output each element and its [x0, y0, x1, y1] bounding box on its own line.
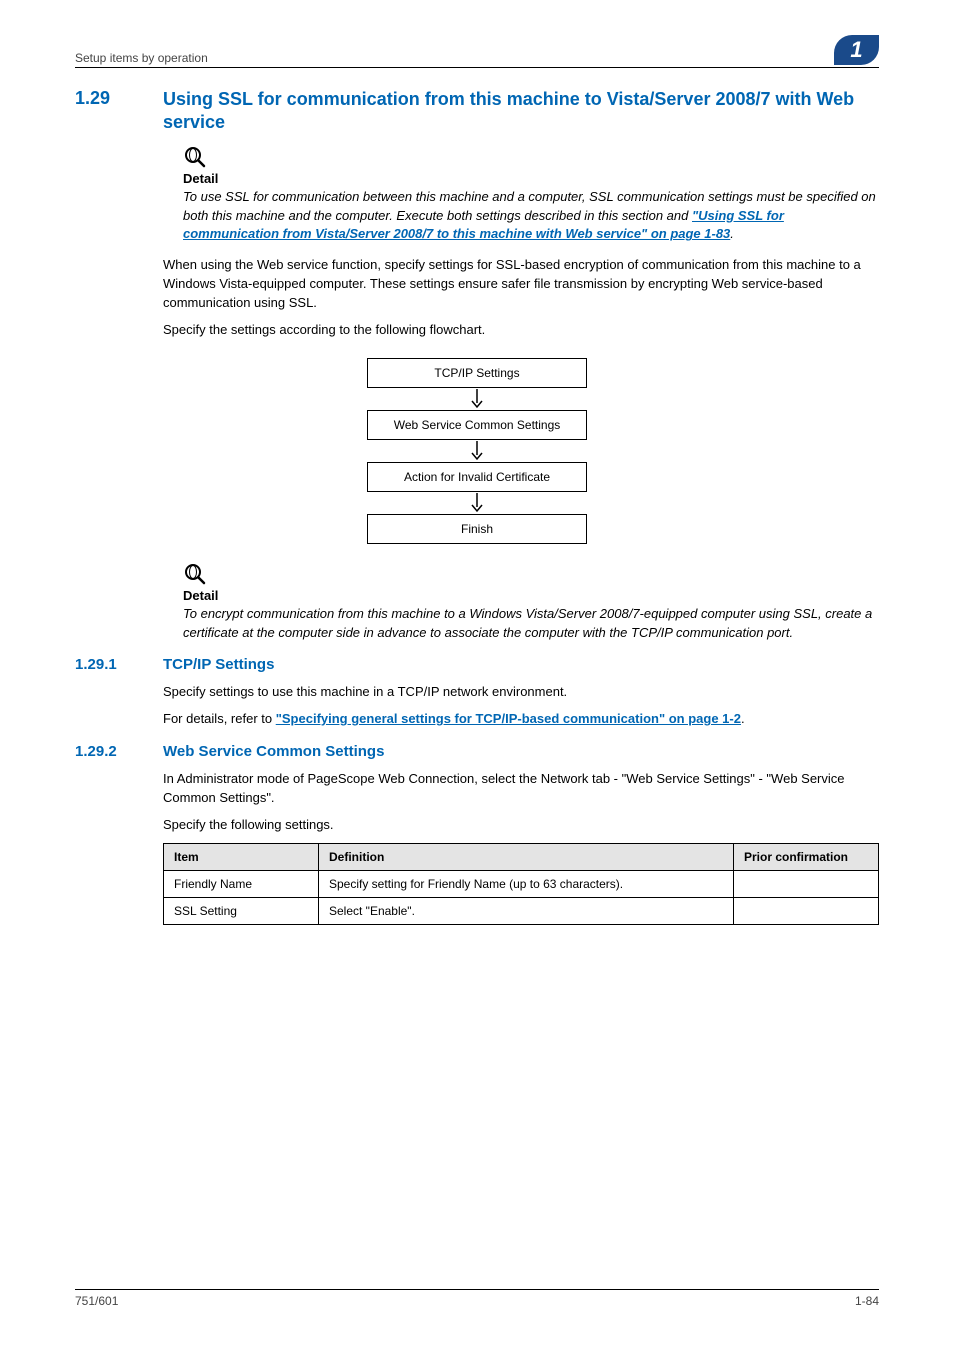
subsection-number: 1.29.2: [75, 743, 163, 760]
breadcrumb: Setup items by operation: [75, 51, 208, 65]
cell-prior: [734, 897, 879, 924]
magnifier-icon: [183, 562, 879, 586]
table-row: SSL Setting Select "Enable".: [164, 897, 879, 924]
cell-item: Friendly Name: [164, 870, 319, 897]
sub2-paragraph-1: In Administrator mode of PageScope Web C…: [163, 770, 879, 808]
section-heading: 1.29 Using SSL for communication from th…: [75, 88, 879, 135]
flowchart: TCP/IP Settings Web Service Common Setti…: [367, 358, 587, 544]
subsection-title: Web Service Common Settings: [163, 743, 384, 760]
sub1-paragraph-1: Specify settings to use this machine in …: [163, 683, 879, 702]
arrow-down-icon: [470, 441, 484, 461]
chapter-badge: 1: [834, 35, 879, 65]
flow-arrow: [367, 388, 587, 410]
cell-definition: Specify setting for Friendly Name (up to…: [319, 870, 734, 897]
flow-node-finish: Finish: [367, 514, 587, 544]
footer-model: 751/601: [75, 1294, 118, 1308]
body-paragraph-2: Specify the settings according to the fo…: [163, 321, 879, 340]
detail-body-suffix: .: [730, 226, 734, 241]
cell-prior: [734, 870, 879, 897]
section-number: 1.29: [75, 88, 163, 135]
detail-note-2: Detail To encrypt communication from thi…: [183, 562, 879, 643]
cell-definition: Select "Enable".: [319, 897, 734, 924]
th-definition: Definition: [319, 843, 734, 870]
detail-heading: Detail: [183, 171, 879, 186]
th-item: Item: [164, 843, 319, 870]
sub1-p2-prefix: For details, refer to: [163, 711, 276, 726]
detail-heading: Detail: [183, 588, 879, 603]
flow-node-certificate: Action for Invalid Certificate: [367, 462, 587, 492]
page-footer: 751/601 1-84: [75, 1289, 879, 1308]
flow-node-tcpip: TCP/IP Settings: [367, 358, 587, 388]
crossref-link[interactable]: "Specifying general settings for TCP/IP-…: [276, 711, 741, 726]
subsection-number: 1.29.1: [75, 656, 163, 673]
flow-arrow: [367, 440, 587, 462]
subsection-heading-1: 1.29.1 TCP/IP Settings: [75, 656, 879, 673]
subsection-heading-2: 1.29.2 Web Service Common Settings: [75, 743, 879, 760]
arrow-down-icon: [470, 493, 484, 513]
settings-table: Item Definition Prior confirmation Frien…: [163, 843, 879, 925]
chapter-number: 1: [850, 35, 862, 65]
footer-page: 1-84: [855, 1294, 879, 1308]
sub2-paragraph-2: Specify the following settings.: [163, 816, 879, 835]
sub1-paragraph-2: For details, refer to "Specifying genera…: [163, 710, 879, 729]
flow-arrow: [367, 492, 587, 514]
th-prior: Prior confirmation: [734, 843, 879, 870]
section-title: Using SSL for communication from this ma…: [163, 88, 879, 135]
detail-note-1: Detail To use SSL for communication betw…: [183, 145, 879, 245]
flow-node-webservice: Web Service Common Settings: [367, 410, 587, 440]
cell-item: SSL Setting: [164, 897, 319, 924]
sub1-p2-suffix: .: [741, 711, 745, 726]
page-header: Setup items by operation 1: [75, 35, 879, 68]
magnifier-icon: [183, 145, 879, 169]
body-paragraph-1: When using the Web service function, spe…: [163, 256, 879, 313]
subsection-title: TCP/IP Settings: [163, 656, 274, 673]
table-row: Friendly Name Specify setting for Friend…: [164, 870, 879, 897]
detail-body: To encrypt communication from this machi…: [183, 605, 879, 643]
detail-body: To use SSL for communication between thi…: [183, 188, 879, 245]
table-header-row: Item Definition Prior confirmation: [164, 843, 879, 870]
arrow-down-icon: [470, 389, 484, 409]
